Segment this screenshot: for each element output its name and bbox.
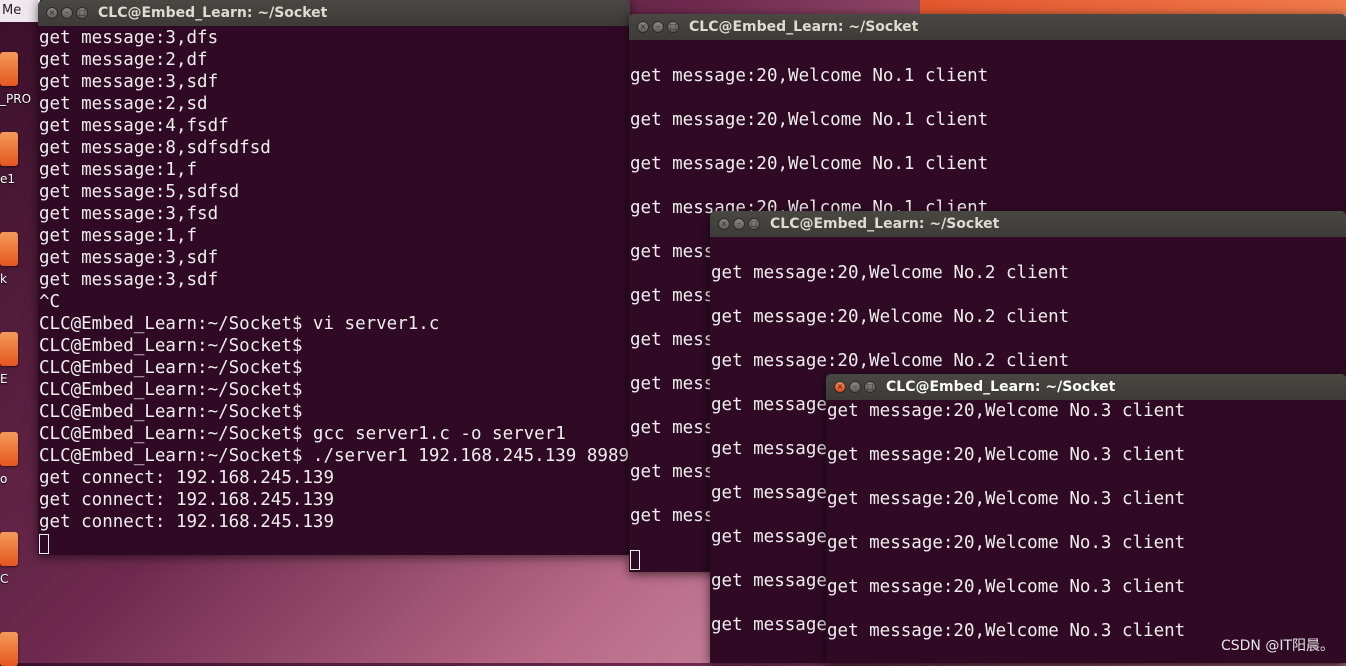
terminal-line: get message:3,fsd (39, 204, 219, 224)
terminal-line: get connect: 192.168.245.139 (39, 512, 335, 532)
folder-icon[interactable] (0, 52, 18, 86)
watermark-text: CSDN @IT阳晨。 (1220, 638, 1334, 654)
top-panel-right (920, 0, 1346, 14)
terminal-line: ^C (39, 292, 61, 312)
terminal-line: CLC@Embed_Learn:~/Socket$ (39, 380, 303, 400)
top-panel-menu[interactable]: Me (0, 0, 40, 22)
terminal-line: CLC@Embed_Learn:~/Socket$ (39, 402, 303, 422)
terminal-line: get message:1,f (39, 160, 198, 180)
window-titlebar[interactable]: × – □ CLC@Embed_Learn: ~/Socket (826, 374, 1346, 400)
desktop-icon-label: C (0, 572, 9, 586)
desktop-icon-label: k (0, 272, 7, 286)
terminal-line: CLC@Embed_Learn:~/Socket$ (39, 336, 303, 356)
folder-icon[interactable] (0, 432, 18, 466)
window-title: CLC@Embed_Learn: ~/Socket (689, 19, 919, 35)
folder-icon[interactable] (0, 232, 18, 266)
terminal-line: get message:3,dfs (39, 28, 219, 48)
terminal-line: get message:8,sdfsdfsd (39, 138, 271, 158)
minimize-icon[interactable]: – (652, 21, 664, 33)
terminal-line: get message:1,f (39, 226, 198, 246)
terminal-line: get connect: 192.168.245.139 (39, 490, 335, 510)
window-titlebar[interactable]: × – □ CLC@Embed_Learn: ~/Socket (710, 211, 1346, 237)
text-cursor (39, 534, 49, 554)
terminal-output[interactable]: get message:20,Welcome No.3 client get me… (826, 400, 1346, 663)
terminal-line: get message:2,df (39, 50, 208, 70)
window-titlebar[interactable]: × – □ CLC@Embed_Learn: ~/Socket (38, 0, 630, 26)
window-titlebar[interactable]: × – □ CLC@Embed_Learn: ~/Socket (629, 14, 1346, 40)
terminal-line: get message:3,sdf (39, 248, 219, 268)
terminal-window-server[interactable]: × – □ CLC@Embed_Learn: ~/Socket get mess… (38, 0, 630, 555)
terminal-line: get message:20,Welcome No.3 client (827, 489, 1186, 509)
terminal-line: get message:20,Welcome No.1 client (630, 110, 989, 130)
terminal-line: get message:20,Welcome No.2 client (711, 263, 1070, 283)
terminal-line: get message:4,fsdf (39, 116, 229, 136)
folder-icon[interactable] (0, 332, 18, 366)
terminal-line: CLC@Embed_Learn:~/Socket$ (39, 358, 303, 378)
terminal-line: get message:2,sd (39, 94, 208, 114)
folder-icon[interactable] (0, 132, 18, 166)
window-title: CLC@Embed_Learn: ~/Socket (886, 379, 1116, 395)
window-title: CLC@Embed_Learn: ~/Socket (770, 216, 1000, 232)
maximize-icon[interactable]: □ (667, 21, 679, 33)
terminal-line: get message:3,sdf (39, 270, 219, 290)
folder-icon[interactable] (0, 532, 18, 566)
terminal-line: get message:20,Welcome No.3 client (827, 401, 1186, 421)
terminal-line: get message:20,Welcome No.2 client (711, 351, 1070, 371)
close-icon[interactable]: × (718, 218, 730, 230)
close-icon[interactable]: × (637, 21, 649, 33)
terminal-line: get message:20,Welcome No.2 client (711, 307, 1070, 327)
terminal-line: get message:20,Welcome No.3 client (827, 577, 1186, 597)
terminal-line: get message:20,Welcome No.1 client (630, 66, 989, 86)
minimize-icon[interactable]: – (849, 381, 861, 393)
maximize-icon[interactable]: □ (76, 7, 88, 19)
maximize-icon[interactable]: □ (864, 381, 876, 393)
close-icon[interactable]: × (46, 7, 58, 19)
terminal-line: get message:20,Welcome No.3 client (827, 533, 1186, 553)
cursor-line (39, 533, 630, 555)
desktop-icon-label: E (0, 372, 8, 386)
maximize-icon[interactable]: □ (748, 218, 760, 230)
desktop-icon-label: _PRO (0, 92, 32, 106)
terminal-line: get connect: 192.168.245.139 (39, 468, 335, 488)
minimize-icon[interactable]: – (733, 218, 745, 230)
terminal-line: CLC@Embed_Learn:~/Socket$ vi server1.c (39, 314, 440, 334)
terminal-line: get message:20,Welcome No.1 client (630, 154, 989, 174)
folder-icon[interactable] (0, 632, 18, 666)
close-icon[interactable]: × (834, 381, 846, 393)
terminal-line: get message:3,sdf (39, 72, 219, 92)
window-title: CLC@Embed_Learn: ~/Socket (98, 5, 328, 21)
terminal-line: get message:5,sdfsd (39, 182, 240, 202)
terminal-line: CLC@Embed_Learn:~/Socket$ gcc server1.c … (39, 424, 566, 444)
minimize-icon[interactable]: – (61, 7, 73, 19)
terminal-window-client3[interactable]: × – □ CLC@Embed_Learn: ~/Socket get mess… (826, 374, 1346, 663)
terminal-line: get message:20,Welcome No.3 client (827, 445, 1186, 465)
desktop-icon-label: e1 (0, 172, 16, 186)
desktop-icon-label: o (0, 472, 8, 486)
terminal-line: CLC@Embed_Learn:~/Socket$ ./server1 192.… (39, 446, 630, 466)
text-cursor (630, 550, 640, 570)
terminal-output[interactable]: get message:3,dfs get message:2,df get mes… (38, 26, 630, 555)
